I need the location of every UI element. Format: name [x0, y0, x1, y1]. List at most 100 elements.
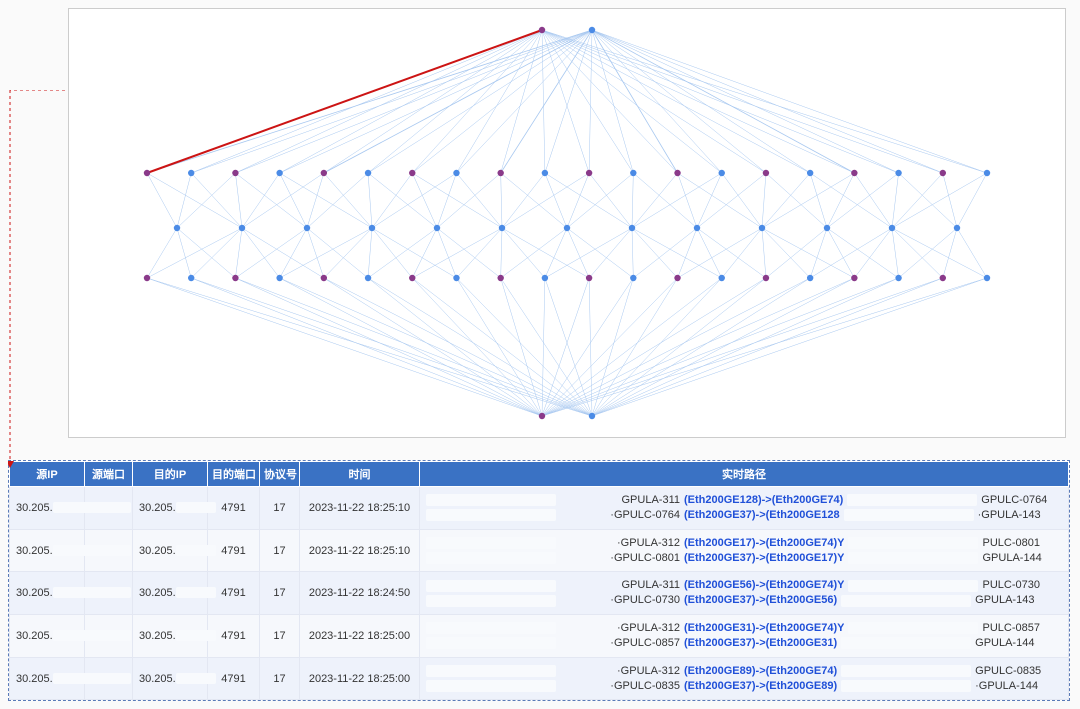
layer2-node-7[interactable]	[453, 170, 459, 176]
masked-segment	[176, 630, 216, 641]
layer3-node-8[interactable]	[694, 225, 700, 231]
layer2-node-15[interactable]	[807, 170, 813, 176]
layer4-node-2[interactable]	[232, 275, 238, 281]
topology-edge	[368, 278, 542, 416]
layer3-node-10[interactable]	[824, 225, 830, 231]
layer4-node-13[interactable]	[719, 275, 725, 281]
layer2-node-1[interactable]	[188, 170, 194, 176]
layer4-node-10[interactable]	[586, 275, 592, 281]
layer3-node-3[interactable]	[369, 225, 375, 231]
topology-edge	[177, 228, 235, 278]
layer4-node-8[interactable]	[497, 275, 503, 281]
layer4-node-17[interactable]	[895, 275, 901, 281]
layer2-node-18[interactable]	[940, 170, 946, 176]
rt-path: ·GPULA-312(Eth200GE17)->(Eth200GE74)YPUL…	[420, 529, 1069, 572]
rt-suffix: PULC-0857	[982, 621, 1057, 636]
layer2-node-11[interactable]	[630, 170, 636, 176]
topology-edge	[147, 173, 177, 228]
layer2-node-10[interactable]	[586, 170, 592, 176]
top-node-1[interactable]	[589, 27, 595, 33]
topology-edge	[810, 173, 892, 228]
topology-edge	[280, 30, 592, 173]
layer4-node-0[interactable]	[144, 275, 150, 281]
topology-edge	[307, 228, 324, 278]
layer3-node-6[interactable]	[564, 225, 570, 231]
topology-edge	[324, 173, 372, 228]
layer2-node-5[interactable]	[365, 170, 371, 176]
topology-edge	[456, 278, 542, 416]
layer4-node-7[interactable]	[453, 275, 459, 281]
top-node-0[interactable]	[539, 27, 545, 33]
proto: 17	[260, 572, 300, 615]
rt-prefix: ·GPULC-0835	[560, 679, 680, 694]
layer2-node-16[interactable]	[851, 170, 857, 176]
topology-edge	[762, 228, 810, 278]
topology-edge	[592, 30, 766, 173]
table-row[interactable]: 30.205.30.205.4791172023-11-22 18:25:10·…	[10, 529, 1069, 572]
topology-edge	[892, 228, 943, 278]
topology-edge	[892, 173, 987, 228]
topology-edge	[235, 228, 242, 278]
table-row[interactable]: 30.205.30.205.4791172023-11-22 18:24:50G…	[10, 572, 1069, 615]
topology-edge	[235, 173, 242, 228]
topology-edge	[501, 228, 567, 278]
layer2-node-6[interactable]	[409, 170, 415, 176]
topology-edge	[592, 30, 854, 173]
layer3-node-7[interactable]	[629, 225, 635, 231]
topology-edge	[892, 173, 943, 228]
layer2-node-0[interactable]	[144, 170, 150, 176]
bottom-node-0[interactable]	[539, 413, 545, 419]
layer4-node-14[interactable]	[763, 275, 769, 281]
layer2-node-12[interactable]	[674, 170, 680, 176]
layer2-node-3[interactable]	[276, 170, 282, 176]
layer4-node-6[interactable]	[409, 275, 415, 281]
proto: 17	[260, 487, 300, 530]
layer4-node-1[interactable]	[188, 275, 194, 281]
layer3-node-11[interactable]	[889, 225, 895, 231]
rt-mid: (Eth200GE37)->(Eth200GE128	[684, 508, 840, 523]
layer2-node-4[interactable]	[321, 170, 327, 176]
layer3-node-9[interactable]	[759, 225, 765, 231]
layer2-node-14[interactable]	[763, 170, 769, 176]
bottom-node-1[interactable]	[589, 413, 595, 419]
layer2-node-2[interactable]	[232, 170, 238, 176]
topology-edge	[542, 278, 545, 416]
layer3-node-12[interactable]	[954, 225, 960, 231]
col-proto: 协议号	[260, 462, 300, 487]
layer4-node-15[interactable]	[807, 275, 813, 281]
layer3-node-2[interactable]	[304, 225, 310, 231]
masked-segment	[176, 545, 216, 556]
table-row[interactable]: 30.205.30.205.4791172023-11-22 18:25:10G…	[10, 487, 1069, 530]
layer4-node-11[interactable]	[630, 275, 636, 281]
layer4-node-18[interactable]	[940, 275, 946, 281]
layer3-node-1[interactable]	[239, 225, 245, 231]
layer2-node-9[interactable]	[542, 170, 548, 176]
layer3-node-5[interactable]	[499, 225, 505, 231]
layer2-node-17[interactable]	[895, 170, 901, 176]
layer2-node-19[interactable]	[984, 170, 990, 176]
topology-edge	[280, 278, 592, 416]
layer2-node-8[interactable]	[497, 170, 503, 176]
dst-ip: 30.205.	[133, 572, 208, 615]
topology-edge	[456, 173, 502, 228]
src-ip: 30.205.	[10, 615, 85, 658]
layer4-node-5[interactable]	[365, 275, 371, 281]
layer4-node-9[interactable]	[542, 275, 548, 281]
layer3-node-0[interactable]	[174, 225, 180, 231]
topology-edge	[235, 30, 592, 173]
topology-edge	[542, 278, 633, 416]
layer4-node-3[interactable]	[276, 275, 282, 281]
masked-segment	[848, 622, 978, 634]
topology-edge	[502, 173, 545, 228]
layer4-node-16[interactable]	[851, 275, 857, 281]
table-row[interactable]: 30.205.30.205.4791172023-11-22 18:25:00·…	[10, 615, 1069, 658]
table-row[interactable]: 30.205.30.205.4791172023-11-22 18:25:00·…	[10, 657, 1069, 700]
layer3-node-4[interactable]	[434, 225, 440, 231]
layer2-node-13[interactable]	[719, 170, 725, 176]
topology-edge	[762, 173, 766, 228]
topology-edge	[678, 228, 762, 278]
layer4-node-19[interactable]	[984, 275, 990, 281]
time: 2023-11-22 18:25:10	[300, 529, 420, 572]
layer4-node-4[interactable]	[321, 275, 327, 281]
layer4-node-12[interactable]	[674, 275, 680, 281]
